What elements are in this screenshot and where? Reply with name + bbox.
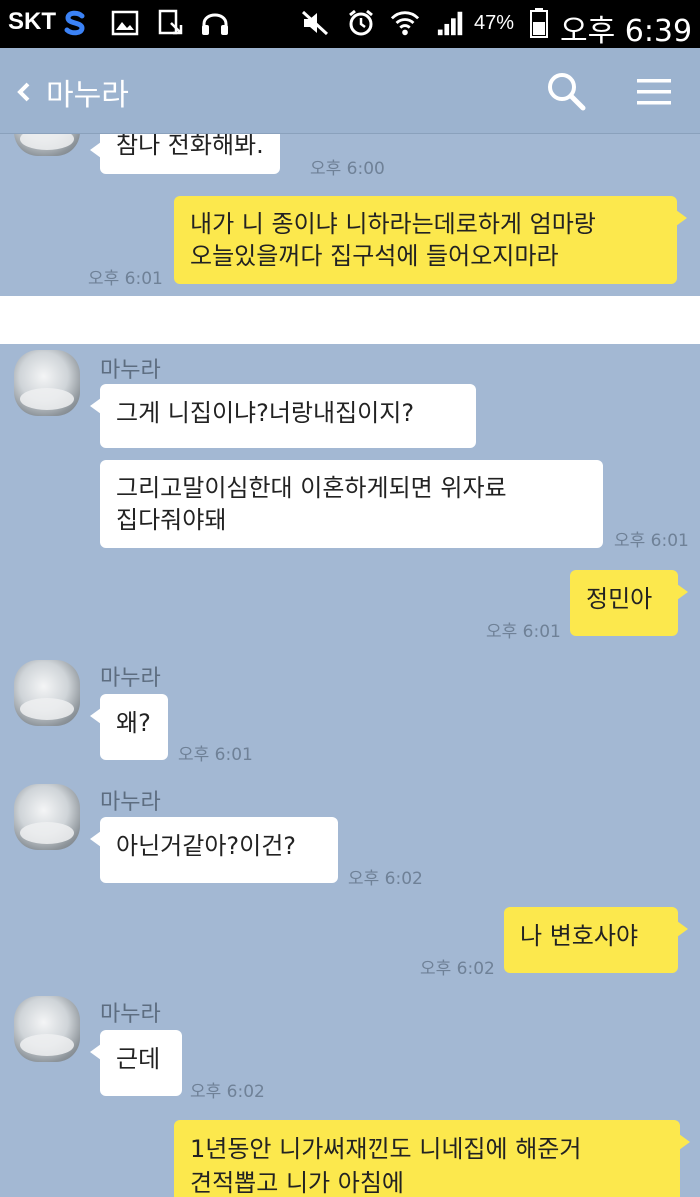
avatar[interactable] (14, 660, 80, 726)
alarm-icon (346, 8, 376, 38)
signal-icon (436, 8, 466, 38)
headset-icon (200, 8, 230, 38)
message-text: 참나 전화해봐. (116, 134, 264, 159)
message-bubble-received[interactable]: 근데 (90, 1030, 182, 1096)
message-bubble-received[interactable]: 왜? (90, 694, 168, 760)
gallery-icon (110, 8, 140, 38)
chat-header: 마누라 (0, 48, 700, 134)
message-bubble-received[interactable]: 참나 전화해봐. (90, 134, 280, 174)
wifi-icon (390, 8, 420, 38)
message-bubble-sent[interactable]: 정민아 (570, 570, 688, 636)
chevron-left-icon[interactable] (14, 72, 38, 112)
message-bubble-received[interactable]: 아닌거같아?이건? (90, 817, 338, 883)
message-bubble-sent[interactable]: 내가 니 종이냐 니하라는데로하게 엄마랑 오늘있을꺼다 집구석에 들어오지마라 (174, 196, 687, 284)
message-bubble-received[interactable]: 그게 니집이냐?너랑내집이지? (90, 384, 476, 448)
s-logo-icon (60, 8, 90, 38)
avatar[interactable] (14, 350, 80, 416)
message-timestamp: 오후 6:00 (310, 159, 385, 179)
screenshot-divider (0, 296, 700, 344)
message-timestamp: 오후 6:01 (486, 622, 561, 642)
clock: 오후 6:39 (560, 14, 693, 49)
message-text-line: 견적뽑고 니가 아침에 (190, 1169, 404, 1197)
message-timestamp: 오후 6:01 (614, 531, 689, 551)
message-bubble-sent[interactable]: 1년동안 니가써재낀도 니네집에 해준거 견적뽑고 니가 아침에 (174, 1120, 690, 1197)
chat-panel-bottom[interactable]: 마누라 그게 니집이냐?너랑내집이지? 그리고말이심한대 이혼하게되면 위자료 … (0, 344, 700, 1197)
message-timestamp: 오후 6:02 (190, 1082, 265, 1102)
carrier-label: SKT (8, 8, 56, 35)
sender-name: 마누라 (100, 666, 161, 691)
sender-name: 마누라 (100, 1002, 161, 1027)
hamburger-menu-icon[interactable] (634, 72, 674, 112)
message-text-line: 집다줘야돼 (116, 506, 227, 534)
message-text: 왜? (116, 709, 151, 737)
message-text: 나 변호사야 (520, 922, 639, 950)
message-bubble-received[interactable]: 그리고말이심한대 이혼하게되면 위자료 집다줘야돼 (100, 460, 603, 548)
message-text: 아닌거같아?이건? (116, 832, 297, 860)
message-timestamp: 오후 6:02 (420, 959, 495, 979)
message-text-line: 오늘있을꺼다 집구석에 들어오지마라 (190, 242, 559, 270)
download-icon (156, 8, 186, 38)
message-timestamp: 오후 6:01 (88, 269, 163, 289)
message-timestamp: 오후 6:02 (348, 869, 423, 889)
message-text-line: 1년동안 니가써재낀도 니네집에 해준거 (190, 1135, 582, 1163)
chat-title: 마누라 (46, 78, 129, 113)
message-timestamp: 오후 6:01 (178, 745, 253, 765)
search-icon[interactable] (545, 70, 587, 112)
message-text: 근데 (116, 1045, 161, 1073)
avatar[interactable] (14, 996, 80, 1062)
sender-name: 마누라 (100, 358, 161, 383)
message-bubble-sent[interactable]: 나 변호사야 (504, 907, 688, 973)
message-text: 정민아 (586, 585, 653, 613)
message-text: 그게 니집이냐?너랑내집이지? (116, 399, 415, 427)
message-text-line: 그리고말이심한대 이혼하게되면 위자료 (116, 474, 507, 502)
avatar[interactable] (14, 134, 80, 156)
message-text-line: 내가 니 종이냐 니하라는데로하게 엄마랑 (190, 210, 596, 238)
status-bar: SKT 47% 오후 6:39 (0, 0, 700, 49)
battery-icon (524, 8, 554, 38)
chat-panel-top[interactable]: 참나 전화해봐. 오후 6:00 내가 니 종이냐 니하라는데로하게 엄마랑 오… (0, 134, 700, 296)
mute-icon (300, 8, 330, 38)
sender-name: 마누라 (100, 790, 161, 815)
battery-percent: 47% (474, 12, 515, 34)
avatar[interactable] (14, 784, 80, 850)
